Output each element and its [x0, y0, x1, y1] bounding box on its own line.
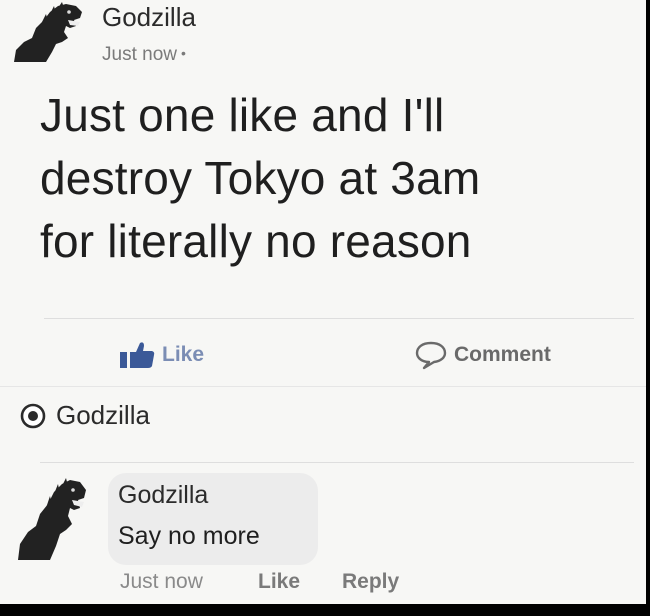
godzilla-avatar-icon [6, 0, 86, 62]
reactions-divider [0, 386, 646, 387]
comment-author-name[interactable]: Godzilla [118, 481, 208, 510]
comments-divider [40, 462, 634, 463]
like-label: Like [162, 343, 205, 366]
thumbs-up-icon [118, 340, 156, 370]
comment-like-button[interactable]: Like [258, 570, 300, 594]
post-body: Just one like and I'll destroy Tokyo at … [40, 84, 630, 273]
post-timestamp[interactable]: Just now • [102, 44, 186, 66]
speech-bubble-icon [414, 340, 448, 370]
post-text-line: Just one like and I'll [40, 89, 445, 141]
post-author-name[interactable]: Godzilla [102, 2, 196, 33]
like-button[interactable]: Like [118, 340, 204, 370]
reaction-circle-icon [20, 403, 46, 429]
comment-label: Comment [454, 343, 551, 366]
post-actions-divider [44, 318, 634, 319]
privacy-separator: • [180, 45, 186, 61]
comment-button[interactable]: Comment [414, 340, 551, 370]
comment-timestamp[interactable]: Just now [120, 570, 203, 594]
post-text-line: destroy Tokyo at 3am [40, 152, 481, 204]
post-text-line: for literally no reason [40, 215, 472, 267]
comment-reply-button[interactable]: Reply [342, 570, 399, 594]
post-timestamp-text[interactable]: Just now [102, 44, 177, 65]
godzilla-avatar-icon [10, 474, 90, 560]
comment-author-avatar[interactable] [10, 474, 90, 560]
comment-bubble: Godzilla Say no more [108, 473, 318, 565]
reaction-name: Godzilla [56, 400, 150, 430]
post-card: Godzilla Just now • Just one like and I'l… [0, 0, 646, 604]
author-avatar[interactable] [6, 0, 86, 62]
comment-text: Say no more [118, 522, 260, 550]
reaction-summary[interactable]: Godzilla [20, 400, 150, 431]
